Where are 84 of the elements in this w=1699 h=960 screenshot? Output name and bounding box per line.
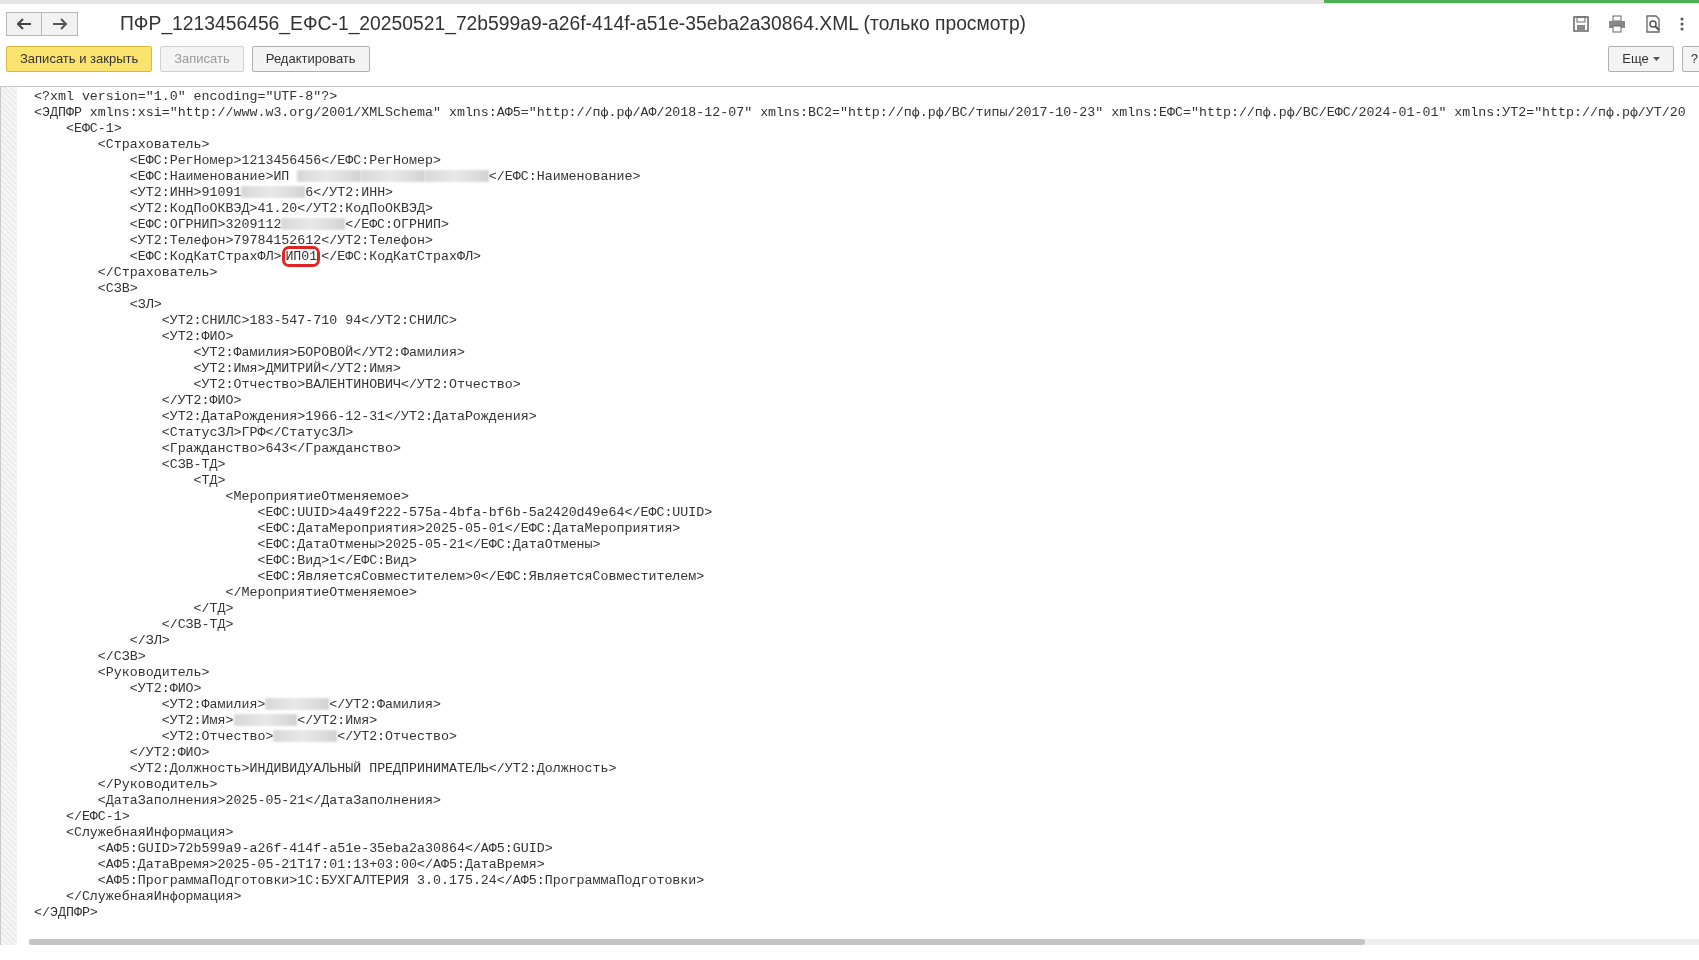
print-icon[interactable] xyxy=(1607,14,1627,34)
code-line: <Гражданство>643</Гражданство> xyxy=(161,441,402,456)
code-line: </УТ2:ФИО> xyxy=(129,745,210,760)
caret-icon xyxy=(1652,57,1660,61)
toolbar-button[interactable]: Редактировать xyxy=(251,46,370,72)
code-line: </Руководитель> xyxy=(97,777,218,792)
save-icon[interactable] xyxy=(1571,14,1591,34)
redaction-blur xyxy=(361,170,425,182)
code-line: <ТД> xyxy=(193,473,226,488)
back-arrow-icon xyxy=(16,18,32,30)
code-line: <УТ2:Фамилия>БОРОВОЙ</УТ2:Фамилия> xyxy=(193,345,465,360)
code-line: </СЗВ-ТД> xyxy=(161,617,234,632)
code-line: </СлужебнаяИнформация> xyxy=(65,889,242,904)
code-line: <ЗЛ> xyxy=(129,297,162,312)
redaction-blur xyxy=(281,218,346,230)
redaction-blur xyxy=(273,730,338,742)
code-line: <АФ5:ПрограммаПодготовки>1С:БУХГАЛТЕРИЯ 3.0.175.24</АФ5:ПрограммаПодготовки> xyxy=(97,873,705,888)
code-line: <УТ2:СНИЛС>183-547-710 94</УТ2:СНИЛС> xyxy=(161,313,457,328)
code-text: </ЕФС:Наименование> xyxy=(488,169,641,184)
redaction-blur xyxy=(233,714,298,726)
code-line: </ЗЛ> xyxy=(129,633,170,648)
code-line: <ЕФС:ДатаОтмены>2025-05-21</ЕФС:ДатаОтмены> xyxy=(257,537,601,552)
code-line: <ЕФС:ЯвляетсяСовместителем>0</ЕФС:ЯвляетсяСовместителем> xyxy=(257,569,705,584)
code-line: </МероприятиеОтменяемое> xyxy=(225,585,418,600)
code-line: <ЕФС:ДатаМероприятия>2025-05-01</ЕФС:ДатаМероприятия> xyxy=(257,521,681,536)
code-line: <УТ2:ФИО> xyxy=(129,681,202,696)
code-text: </ЕФС:КодКатСтрахФЛ> xyxy=(321,249,481,264)
code-line: <ЕФС:UUID>4a49f222-575a-4bfa-bf6b-5a2420d49e64</ЕФС:UUID> xyxy=(257,505,713,520)
code-line: <ЕФС:РегНомер>1213456456</ЕФС:РегНомер> xyxy=(129,153,441,168)
code-line: <УТ2:Имя>ДМИТРИЙ</УТ2:Имя> xyxy=(193,361,402,376)
code-line: <МероприятиеОтменяемое> xyxy=(225,489,410,504)
scrollbar-thumb[interactable] xyxy=(29,939,1365,945)
code-line: </ТД> xyxy=(193,601,234,616)
preview-icon[interactable] xyxy=(1643,14,1663,34)
code-line: <УТ2:Отчество>ВАЛЕНТИНОВИЧ</УТ2:Отчество> xyxy=(193,377,521,392)
window-title: ПФР_1213456456_ЕФС-1_20250521_72b599a9-a26f-414f-a51e-35eba2a30864.XML (только просмотр) xyxy=(120,11,1027,37)
code-line: <УТ2:ДатаРождения>1966-12-31</УТ2:ДатаРождения> xyxy=(161,409,537,424)
code-text: <УТ2:Имя> xyxy=(161,713,234,728)
code-line: <Страхователь> xyxy=(97,137,210,152)
code-line: <ЕФС:Вид>1</ЕФС:Вид> xyxy=(257,553,418,568)
code-line: <СтатусЗЛ>ГРФ</СтатусЗЛ> xyxy=(161,425,354,440)
more-icon[interactable] xyxy=(1679,16,1685,32)
code-text: <УТ2:Отчество> xyxy=(161,729,274,744)
code-text: </ЕФС:ОГРНИП> xyxy=(345,217,449,232)
redaction-blur xyxy=(241,186,306,198)
code-line: <ДатаЗаполнения>2025-05-21</ДатаЗаполнения> xyxy=(97,793,441,808)
code-line: <УТ2:Должность>ИНДИВИДУАЛЬНЫЙ ПРЕДПРИНИМАТЕЛЬ</УТ2:Должность> xyxy=(129,761,617,776)
code-line: <УТ2:Телефон>79784152612</УТ2:Телефон> xyxy=(129,233,433,248)
redaction-blur xyxy=(297,170,362,182)
code-text: 6</УТ2:ИНН> xyxy=(305,185,394,200)
help-button[interactable]: ? xyxy=(1681,46,1699,72)
code-text: <УТ2:Фамилия> xyxy=(161,697,266,712)
code-line: <Руководитель> xyxy=(97,665,210,680)
forward-arrow-icon xyxy=(51,18,68,30)
code-line: </СЗВ> xyxy=(97,649,146,664)
code-line: </УТ2:ФИО> xyxy=(161,393,242,408)
code-text: <ЕФС:Наименование>ИП xyxy=(129,169,291,184)
code-line: <АФ5:GUID>72b599a9-a26f-414f-a51e-35eba2a30864</АФ5:GUID> xyxy=(97,841,553,856)
forward-button[interactable] xyxy=(42,12,78,36)
highlighted-value: ИП01 xyxy=(285,249,318,264)
code-line: <УТ2:ФИО> xyxy=(161,329,234,344)
code-text: <ЕФС:КодКатСтрахФЛ> xyxy=(129,249,282,264)
code-text: </УТ2:Фамилия> xyxy=(329,697,441,712)
code-line: <ЕФС-1> xyxy=(65,121,122,136)
code-line: <АФ5:ДатаВремя>2025-05-21T17:01:13+03:00</АФ5:ДатаВремя> xyxy=(97,857,545,872)
code-line: <?xml version="1.0" encoding="UTF-8"?> xyxy=(34,89,338,104)
code-line: <СлужебнаяИнформация> xyxy=(65,825,234,840)
code-text: </УТ2:Имя> xyxy=(297,713,378,728)
more-button[interactable]: Еще xyxy=(1608,46,1674,72)
code-line: <СЗВ> xyxy=(97,281,138,296)
save-close-button[interactable]: Записать и закрыть xyxy=(6,46,153,72)
code-text: <ЕФС:ОГРНИП>3209112 xyxy=(129,217,282,232)
redaction-blur xyxy=(265,698,330,710)
scroll-track[interactable] xyxy=(29,939,1699,945)
code-line: <УТ2:КодПоОКВЭД>41.20</УТ2:КодПоОКВЭД> xyxy=(129,201,433,216)
code-text: <УТ2:ИНН>91091 xyxy=(129,185,242,200)
code-text: </УТ2:Отчество> xyxy=(337,729,457,744)
code-line: </ЕФС-1> xyxy=(65,809,130,824)
back-button[interactable] xyxy=(6,12,42,36)
code-line: <ЭДПФР xmlns:xsi="http://www.w3.org/2001/XMLSchema" xmlns:АФ5="http://пф.рф/АФ/2018-12-07" xmlns:ВС2="http://пф.рф/ВС/типы/2017-10-23" xmlns:ЕФС="http://пф.рф/ВС/ЕФС/2024-01-01" xmlns:УТ2="http://пф.рф/УТ/20 xyxy=(34,105,1686,120)
code-line: </ЭДПФР> xyxy=(34,905,98,920)
redaction-blur xyxy=(425,170,489,182)
code-line: <СЗВ-ТД> xyxy=(161,457,226,472)
code-line: </Страхователь> xyxy=(97,265,218,280)
